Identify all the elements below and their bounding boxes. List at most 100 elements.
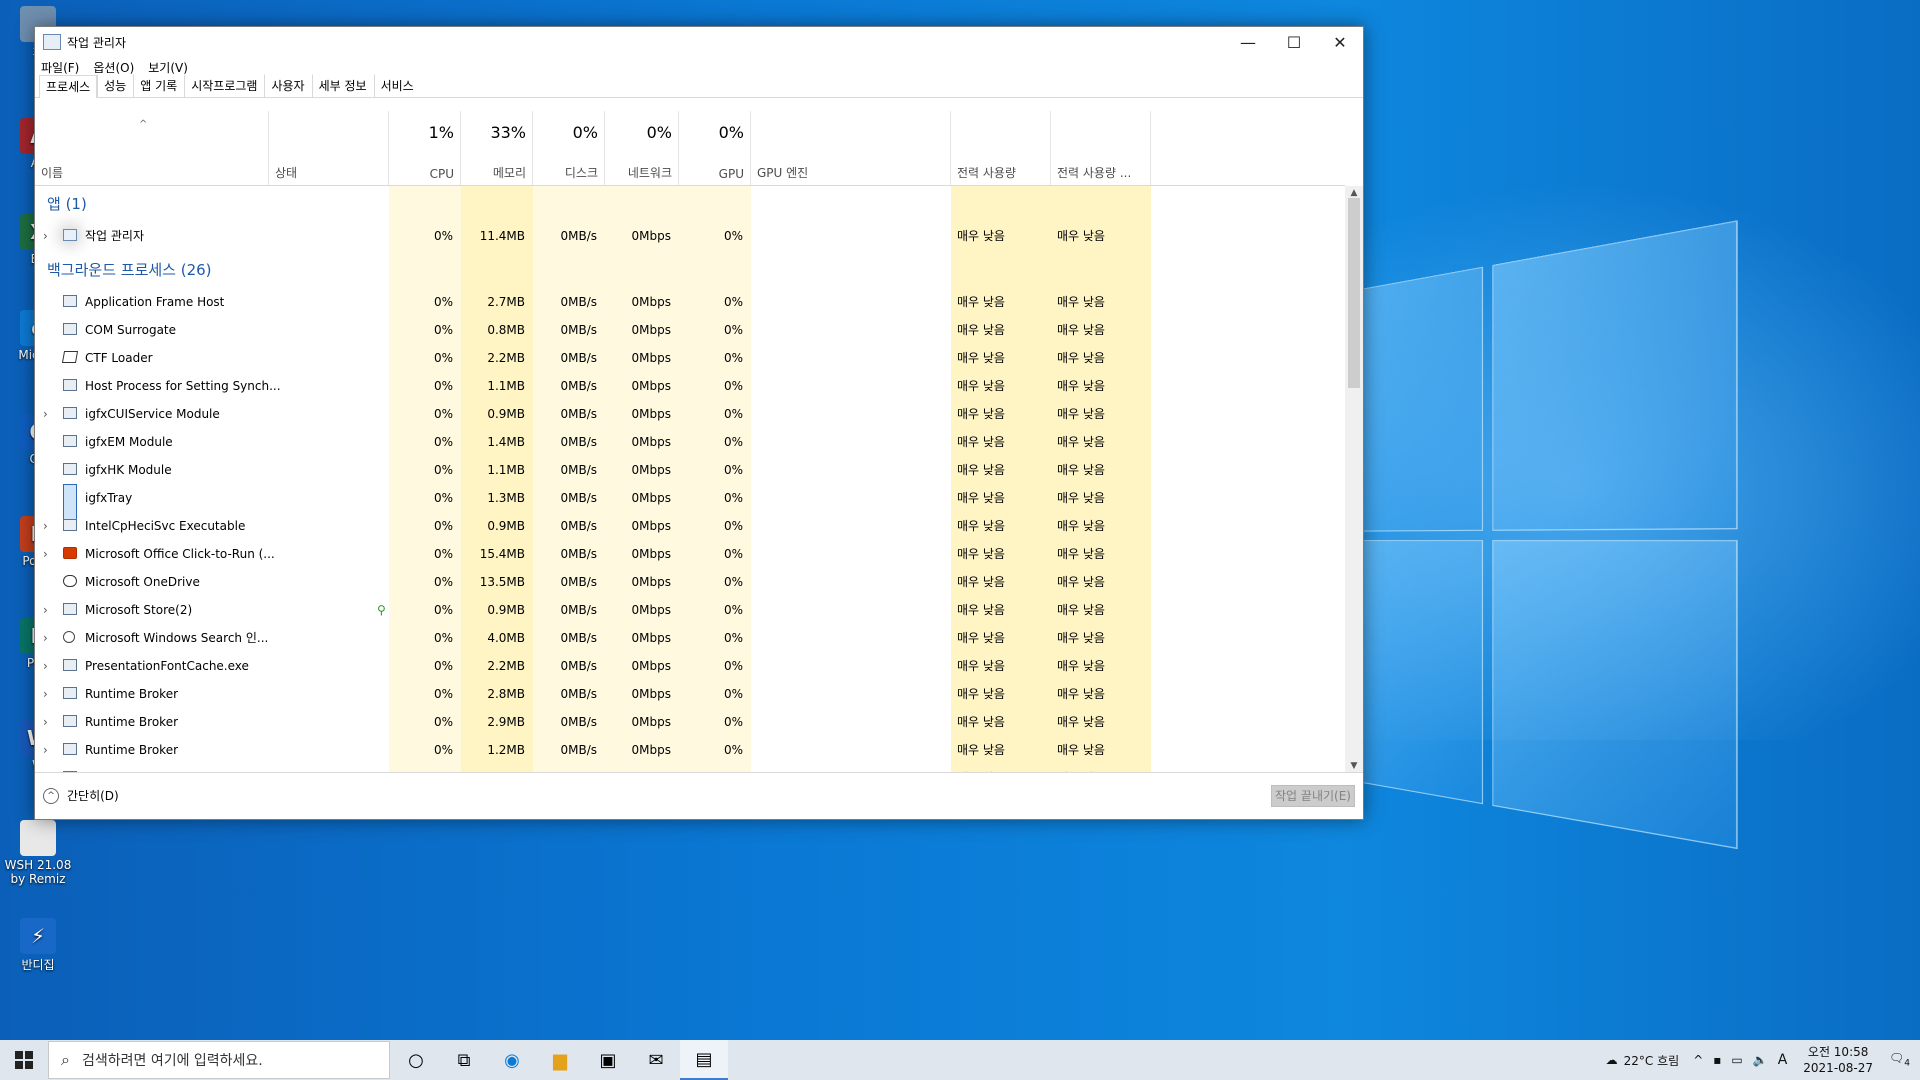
scroll-up-icon[interactable]: ▲ (1345, 188, 1363, 198)
expand-chevron-icon[interactable]: › (43, 680, 48, 708)
disk-cell: 0MB/s (533, 344, 597, 372)
mail-icon[interactable]: ✉ (632, 1040, 680, 1080)
power-cell: 매우 낮음 (957, 400, 1051, 428)
minimize-button[interactable]: — (1225, 27, 1271, 57)
memory-cell: 2.2MB (461, 344, 525, 372)
volume-muted-icon[interactable]: 🔈 (1753, 1053, 1768, 1067)
process-row[interactable]: › igfxCUIService Module 0% 0.9MB 0MB/s 0Mbps 0… (35, 400, 1345, 428)
tab-services[interactable]: 서비스 (374, 74, 421, 97)
tab-processes[interactable]: 프로세스 (39, 75, 97, 98)
expand-chevron-icon[interactable]: › (43, 652, 48, 680)
group-header-background[interactable]: 백그라운드 프로세스 (26) (35, 252, 1345, 288)
column-header-gpu[interactable]: 0% GPU (679, 111, 751, 185)
weather-cloud-icon[interactable]: ☁ (1606, 1053, 1618, 1067)
memory-cell: 1.1MB (461, 456, 525, 484)
column-header-power[interactable]: 전력 사용량 (951, 111, 1051, 185)
process-row[interactable]: COM Surrogate 0% 0.8MB 0MB/s 0Mbps 0% 매우 낮음 매우 … (35, 316, 1345, 344)
weather-text[interactable]: 22°C 흐림 (1624, 1052, 1680, 1069)
column-header-power-trend[interactable]: 전력 사용량 ... (1051, 111, 1151, 185)
memory-cell: 1.2MB (461, 736, 525, 764)
start-button[interactable] (0, 1040, 48, 1080)
end-task-button[interactable]: 작업 끝내기(E) (1271, 785, 1355, 807)
task-manager-taskbar-icon[interactable]: ▤ (680, 1040, 728, 1080)
cpu-cell: 0% (389, 400, 453, 428)
desktop-icon[interactable]: ⚡ 반디집 (4, 918, 72, 973)
process-row[interactable]: › Runtime Broker 0% 2.8MB 0MB/s 0Mbps 0% 매우 낮음 매… (35, 680, 1345, 708)
expand-chevron-icon[interactable]: › (43, 736, 48, 764)
tab-startup[interactable]: 시작프로그램 (184, 74, 264, 97)
process-icon (63, 463, 77, 475)
column-header-network[interactable]: 0% 네트워크 (605, 111, 679, 185)
expand-chevron-icon[interactable]: › (43, 540, 48, 568)
expand-chevron-icon[interactable]: › (43, 512, 48, 540)
scroll-thumb[interactable] (1348, 198, 1360, 388)
process-row[interactable]: › PresentationFontCache.exe 0% 2.2MB 0MB/s 0M… (35, 652, 1345, 680)
ime-indicator[interactable]: A (1778, 1052, 1788, 1068)
clock[interactable]: 오전 10:58 2021-08-27 (1803, 1044, 1873, 1076)
expand-chevron-icon[interactable]: › (43, 624, 48, 652)
process-row[interactable]: › 작업 관리자 0% 11.4MB 0MB/s 0Mbps 0% 매우 낮음 매우 낮음 (35, 222, 1345, 250)
fewer-details-button[interactable]: ^ 간단히(D) (43, 787, 119, 804)
show-hidden-icons-icon[interactable]: ^ (1693, 1053, 1703, 1067)
expand-chevron-icon[interactable]: › (43, 708, 48, 736)
expand-chevron-icon[interactable]: › (43, 400, 48, 428)
column-header-status[interactable]: 상태 (269, 111, 389, 185)
group-header-apps[interactable]: 앱 (1) (35, 186, 1345, 222)
process-row[interactable]: Microsoft OneDrive 0% 13.5MB 0MB/s 0Mbps 0% 매우… (35, 568, 1345, 596)
desktop-icon[interactable]: WSH 21.08 by Remiz (4, 820, 72, 886)
maximize-button[interactable]: ☐ (1271, 27, 1317, 57)
chevron-up-icon: ^ (43, 788, 59, 804)
power-trend-cell: 매우 낮음 (1057, 288, 1151, 316)
tab-details[interactable]: 세부 정보 (312, 74, 374, 97)
process-row[interactable]: › Runtime Broker 0% 1.2MB 0MB/s 0Mbps 0% 매우 낮음 매… (35, 736, 1345, 764)
process-name: Runtime Broker (85, 680, 178, 708)
process-row[interactable]: › IntelCpHeciSvc Executable 0% 0.9MB 0MB/s 0M… (35, 512, 1345, 540)
gpu-cell: 0% (679, 400, 743, 428)
menu-file[interactable]: 파일(F) (41, 59, 79, 76)
menu-options[interactable]: 옵션(O) (93, 59, 134, 76)
column-header-memory[interactable]: 33% 메모리 (461, 111, 533, 185)
column-header-gpu-engine[interactable]: GPU 엔진 (751, 111, 951, 185)
tray-app-icon[interactable]: ▪ (1713, 1053, 1721, 1067)
tab-performance[interactable]: 성능 (97, 74, 133, 97)
process-icon (63, 575, 77, 587)
tab-users[interactable]: 사용자 (264, 74, 311, 97)
process-row[interactable]: CTF Loader 0% 2.2MB 0MB/s 0Mbps 0% 매우 낮음 매우 낮음 (35, 344, 1345, 372)
process-row[interactable]: › Microsoft Office Click-to-Run (... 0% 15.… (35, 540, 1345, 568)
power-trend-cell: 매우 낮음 (1057, 652, 1151, 680)
windows-logo-wallpaper (1300, 218, 1750, 862)
process-row[interactable]: › Microsoft Store(2) ⚲ 0% 0.9MB 0MB/s 0Mbps 0% 매… (35, 596, 1345, 624)
cortana-icon[interactable]: ○ (392, 1040, 440, 1080)
edge-icon[interactable]: ◉ (488, 1040, 536, 1080)
gpu-cell: 0% (679, 512, 743, 540)
taskbar-search-box[interactable]: ⌕ 검색하려면 여기에 입력하세요. (48, 1041, 390, 1079)
file-explorer-icon[interactable]: ▆ (536, 1040, 584, 1080)
task-view-icon[interactable]: ⧉ (440, 1040, 488, 1080)
cpu-cell: 0% (389, 512, 453, 540)
column-header-cpu[interactable]: 1% CPU (389, 111, 461, 185)
title-bar[interactable]: 작업 관리자 — ☐ ✕ (35, 27, 1363, 57)
vertical-scrollbar[interactable]: ▲ ▼ (1345, 186, 1363, 773)
column-header-disk[interactable]: 0% 디스크 (533, 111, 605, 185)
tab-app-history[interactable]: 앱 기록 (133, 74, 184, 97)
process-row[interactable]: igfxTray 0% 1.3MB 0MB/s 0Mbps 0% 매우 낮음 매우 낮음 (35, 484, 1345, 512)
process-row[interactable]: › Runtime Broker 0% 2.9MB 0MB/s 0Mbps 0% 매우 낮음 매… (35, 708, 1345, 736)
process-row[interactable]: Application Frame Host 0% 2.7MB 0MB/s 0Mbps 0… (35, 288, 1345, 316)
cpu-cell: 0% (389, 540, 453, 568)
close-button[interactable]: ✕ (1317, 27, 1363, 57)
process-row[interactable]: igfxEM Module 0% 1.4MB 0MB/s 0Mbps 0% 매우 낮음 매우 … (35, 428, 1345, 456)
process-row[interactable]: › Microsoft Windows Search 인... 0% 4.0MB 0MB… (35, 624, 1345, 652)
process-row[interactable]: igfxHK Module 0% 1.1MB 0MB/s 0Mbps 0% 매우 낮음 매우 … (35, 456, 1345, 484)
menu-view[interactable]: 보기(V) (148, 59, 188, 76)
notification-center-icon[interactable]: 🗨4 (1889, 1051, 1910, 1068)
process-name: Runtime Broker (85, 736, 178, 764)
scroll-down-icon[interactable]: ▼ (1345, 761, 1363, 771)
expand-chevron-icon[interactable]: › (43, 222, 48, 250)
memory-cell: 0.8MB (461, 316, 525, 344)
column-header-name[interactable]: ^ 이름 (35, 111, 269, 185)
expand-chevron-icon[interactable]: › (43, 596, 48, 624)
process-row[interactable]: Host Process for Setting Synch... 0% 1.1MB… (35, 372, 1345, 400)
memory-cell: 1.4MB (461, 428, 525, 456)
network-icon[interactable]: ▭ (1731, 1053, 1742, 1067)
store-icon[interactable]: ▣ (584, 1040, 632, 1080)
